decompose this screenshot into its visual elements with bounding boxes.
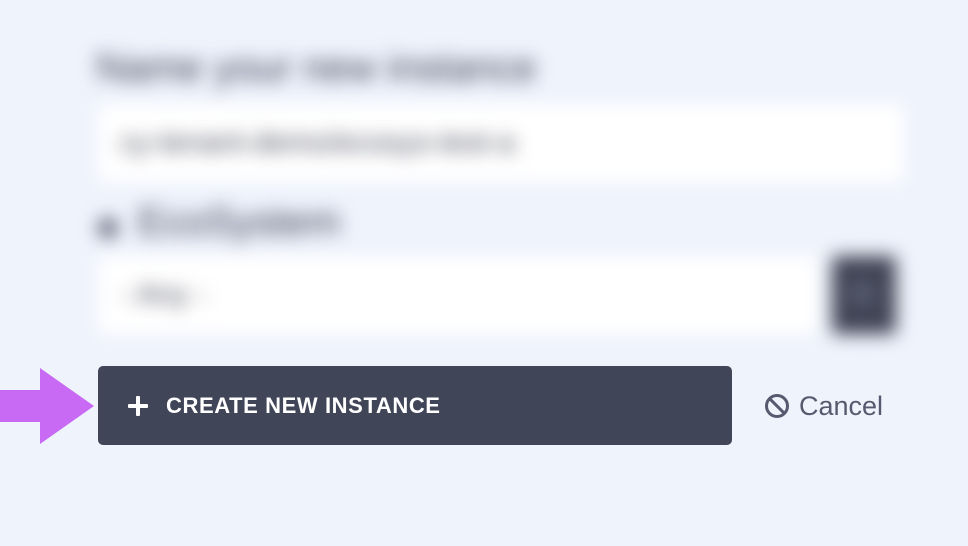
plus-icon xyxy=(128,395,148,416)
cancel-button[interactable]: Cancel xyxy=(764,388,883,424)
ecosystem-select-button[interactable] xyxy=(832,256,896,334)
ecosystem-radio[interactable] xyxy=(98,218,118,238)
cancel-label: Cancel xyxy=(799,390,884,421)
blurred-form-area: Name your new instance cy-tenant-demo/ec… xyxy=(0,0,968,546)
arrow-right-icon xyxy=(0,368,94,444)
ecosystem-label: EcoSystem xyxy=(138,200,341,244)
instance-name-label: Name your new instance xyxy=(96,46,537,90)
instance-name-input[interactable]: cy-tenant-demo/ecosys-test-a xyxy=(98,104,904,182)
create-new-instance-button[interactable]: CREATE NEW INSTANCE xyxy=(98,366,732,445)
ecosystem-select-value: - Any - xyxy=(120,278,207,311)
instance-name-value: cy-tenant-demo/ecosys-test-a xyxy=(120,126,516,159)
create-new-instance-label: CREATE NEW INSTANCE xyxy=(166,392,441,418)
create-instance-dialog: Name your new instance cy-tenant-demo/ec… xyxy=(0,0,968,546)
select-circle-icon xyxy=(852,283,872,303)
ecosystem-select[interactable]: - Any - xyxy=(98,256,818,334)
ban-icon xyxy=(765,394,789,418)
